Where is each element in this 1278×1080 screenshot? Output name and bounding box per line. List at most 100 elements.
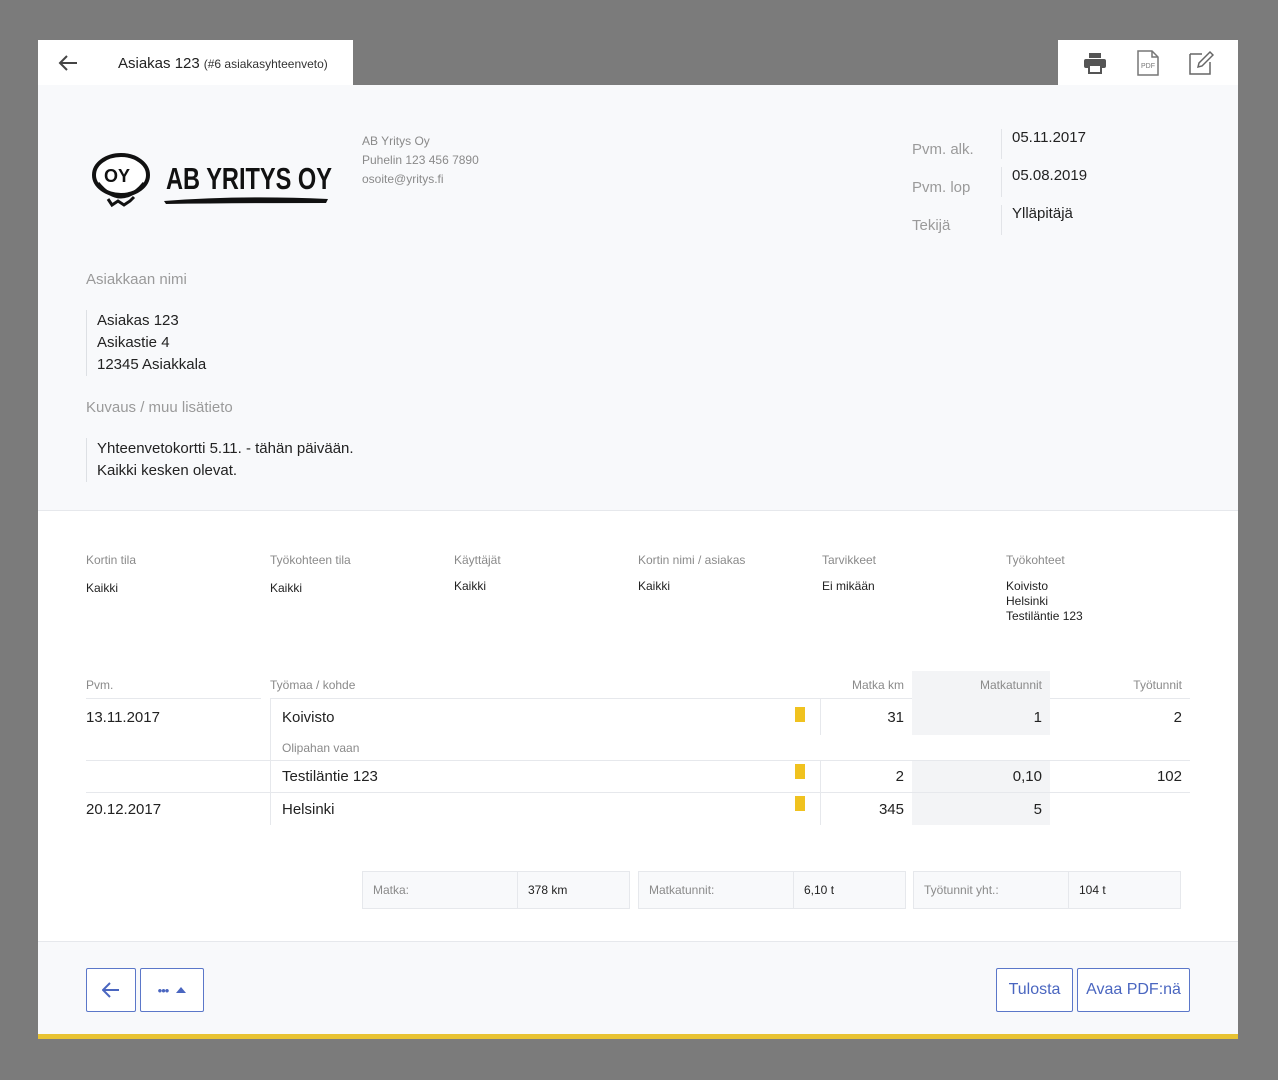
status-marker bbox=[795, 764, 805, 779]
filter-card-status: Kortin tila Kaikki bbox=[86, 553, 270, 624]
filter-label: Käyttäjät bbox=[454, 553, 501, 567]
filter-value: Ei mikään bbox=[822, 579, 875, 593]
row-site: Koivisto bbox=[270, 699, 820, 735]
filter-label: Kortin tila bbox=[86, 553, 137, 567]
meta-start-label: Pvm. alk. bbox=[898, 129, 1002, 159]
table-row[interactable]: 13.11.2017 Koivisto Olipahan vaan 31 1 2 bbox=[86, 699, 1190, 761]
row-km: 2 bbox=[820, 761, 912, 792]
status-marker bbox=[795, 707, 805, 722]
row-date: 13.11.2017 bbox=[86, 708, 160, 726]
filter-value: Kaikki bbox=[454, 579, 487, 593]
row-travel-hours: 0,10 bbox=[912, 761, 1050, 792]
col-header-site: Työmaa / kohde bbox=[270, 671, 820, 699]
meta-start-row: Pvm. alk. 05.11.2017 bbox=[898, 125, 1087, 163]
filter-users: Käyttäjät Kaikki bbox=[454, 553, 638, 624]
description-line-2: Kaikki kesken olevat. bbox=[97, 462, 238, 479]
edit-button[interactable] bbox=[1183, 45, 1219, 81]
filter-value: Koivisto Helsinki Testiläntie 123 bbox=[1006, 579, 1083, 623]
total-work-label: Työtunnit yht.: bbox=[914, 872, 1069, 908]
pdf-button[interactable]: PDF bbox=[1130, 45, 1166, 81]
row-travel-hours: 5 bbox=[912, 793, 1050, 825]
document-tab: Asiakas 123 (#6 asiakasyhteenveto) bbox=[38, 40, 353, 86]
open-pdf-button[interactable]: Avaa PDF:nä bbox=[1077, 968, 1190, 1012]
col-header-travel-hours: Matkatunnit bbox=[912, 671, 1050, 699]
print-button[interactable] bbox=[1077, 45, 1113, 81]
row-site: Helsinki bbox=[270, 793, 820, 825]
filter-card-name: Kortin nimi / asiakas Kaikki bbox=[638, 553, 822, 624]
bottom-accent-line bbox=[38, 1034, 1238, 1039]
filter-value: Kaikki bbox=[270, 581, 303, 595]
edit-pen-icon bbox=[1189, 50, 1215, 75]
col-header-date: Pvm. bbox=[86, 671, 261, 699]
row-km: 345 bbox=[820, 793, 912, 825]
meta-author-row: Tekijä Ylläpitäjä bbox=[898, 201, 1087, 239]
filter-label: Työkohteen tila bbox=[270, 553, 351, 567]
print-document-button[interactable]: Tulosta bbox=[996, 968, 1073, 1012]
filter-supplies: Tarvikkeet Ei mikään bbox=[822, 553, 1006, 624]
customer-street: Asikastie 4 bbox=[97, 334, 170, 351]
footer-bar: ••• Tulosta Avaa PDF:nä bbox=[38, 941, 1238, 1035]
more-label: ••• bbox=[157, 982, 170, 998]
customer-name: Asiakas 123 bbox=[97, 312, 179, 329]
footer-back-button[interactable] bbox=[86, 968, 136, 1012]
table-row[interactable]: Testiläntie 123 2 0,10 102 bbox=[86, 761, 1190, 793]
meta-end-value: 05.08.2019 bbox=[1012, 167, 1088, 184]
row-site: Testiläntie 123 bbox=[270, 761, 820, 792]
customer-city: 12345 Asiakkala bbox=[97, 356, 207, 373]
company-email: osoite@yritys.fi bbox=[362, 172, 444, 186]
total-km-label: Matka: bbox=[363, 872, 518, 908]
arrow-left-icon bbox=[102, 982, 119, 998]
logo-badge-text: OY bbox=[104, 166, 130, 186]
company-logo: OY AB YRITYS OY bbox=[90, 153, 340, 213]
total-travel-value: 6,10 t bbox=[804, 883, 835, 897]
row-travel-hours: 1 bbox=[912, 699, 1050, 735]
row-work-hours bbox=[1050, 793, 1190, 825]
back-button[interactable] bbox=[38, 40, 98, 86]
description-line-1: Yhteenvetokortti 5.11. - tähän päivään. bbox=[97, 440, 354, 457]
filter-label: Tarvikkeet bbox=[822, 553, 877, 567]
filter-label: Työkohteet bbox=[1006, 553, 1065, 567]
document-toolbar: PDF bbox=[1058, 40, 1238, 86]
pdf-icon-text: PDF bbox=[1141, 63, 1155, 70]
customer-label: Asiakkaan nimi bbox=[86, 271, 187, 288]
col-header-work-hours: Työtunnit bbox=[1050, 671, 1190, 699]
row-work-hours: 2 bbox=[1173, 708, 1182, 726]
table-row[interactable]: 20.12.2017 Helsinki 345 5 bbox=[86, 793, 1190, 825]
meta-author-value: Ylläpitäjä bbox=[1012, 205, 1073, 222]
arrow-left-icon bbox=[58, 55, 77, 71]
row-work-hours: 102 bbox=[1156, 768, 1182, 785]
more-actions-button[interactable]: ••• bbox=[140, 968, 204, 1012]
total-km: Matka: 378 km bbox=[362, 871, 630, 909]
filter-value: Kaikki bbox=[86, 581, 119, 595]
document-sheet: OY AB YRITYS OY AB Yritys Oy Puhelin 123… bbox=[38, 85, 1238, 1035]
filter-label: Kortin nimi / asiakas bbox=[638, 553, 746, 567]
row-date bbox=[86, 761, 270, 792]
meta-end-row: Pvm. lop 05.08.2019 bbox=[898, 163, 1087, 201]
page-title: Asiakas 123 (#6 asiakasyhteenveto) bbox=[118, 55, 328, 72]
company-info: AB Yritys Oy Puhelin 123 456 7890 osoite… bbox=[362, 132, 479, 189]
total-travel-label: Matkatunnit: bbox=[639, 872, 794, 908]
printer-icon bbox=[1083, 53, 1106, 74]
meta-start-value: 05.11.2017 bbox=[1012, 129, 1086, 146]
total-work-hours: Työtunnit yht.: 104 t bbox=[913, 871, 1181, 909]
pdf-file-icon: PDF bbox=[1137, 50, 1159, 76]
meta-end-label: Pvm. lop bbox=[898, 167, 1002, 197]
status-marker bbox=[795, 796, 805, 811]
description-text: Yhteenvetokortti 5.11. - tähän päivään. … bbox=[86, 438, 354, 482]
document-meta: Pvm. alk. 05.11.2017 Pvm. lop 05.08.2019… bbox=[898, 125, 1087, 239]
total-travel-hours: Matkatunnit: 6,10 t bbox=[638, 871, 906, 909]
company-phone: Puhelin 123 456 7890 bbox=[362, 153, 479, 167]
page-title-main: Asiakas 123 bbox=[118, 54, 200, 72]
caret-up-icon bbox=[176, 987, 187, 993]
col-header-km: Matka km bbox=[820, 671, 912, 699]
row-date: 20.12.2017 bbox=[86, 800, 162, 818]
row-note: Olipahan vaan bbox=[270, 735, 820, 761]
total-km-value: 378 km bbox=[528, 883, 568, 897]
description-label: Kuvaus / muu lisätieto bbox=[86, 399, 233, 416]
row-km: 31 bbox=[820, 699, 912, 735]
filter-sites: Työkohteet Koivisto Helsinki Testiläntie… bbox=[1006, 553, 1190, 624]
filter-value: Kaikki bbox=[638, 579, 671, 593]
meta-author-label: Tekijä bbox=[898, 205, 1002, 235]
filter-site-status: Työkohteen tila Kaikki bbox=[270, 553, 454, 624]
page-title-sub: (#6 asiakasyhteenveto) bbox=[203, 56, 328, 71]
